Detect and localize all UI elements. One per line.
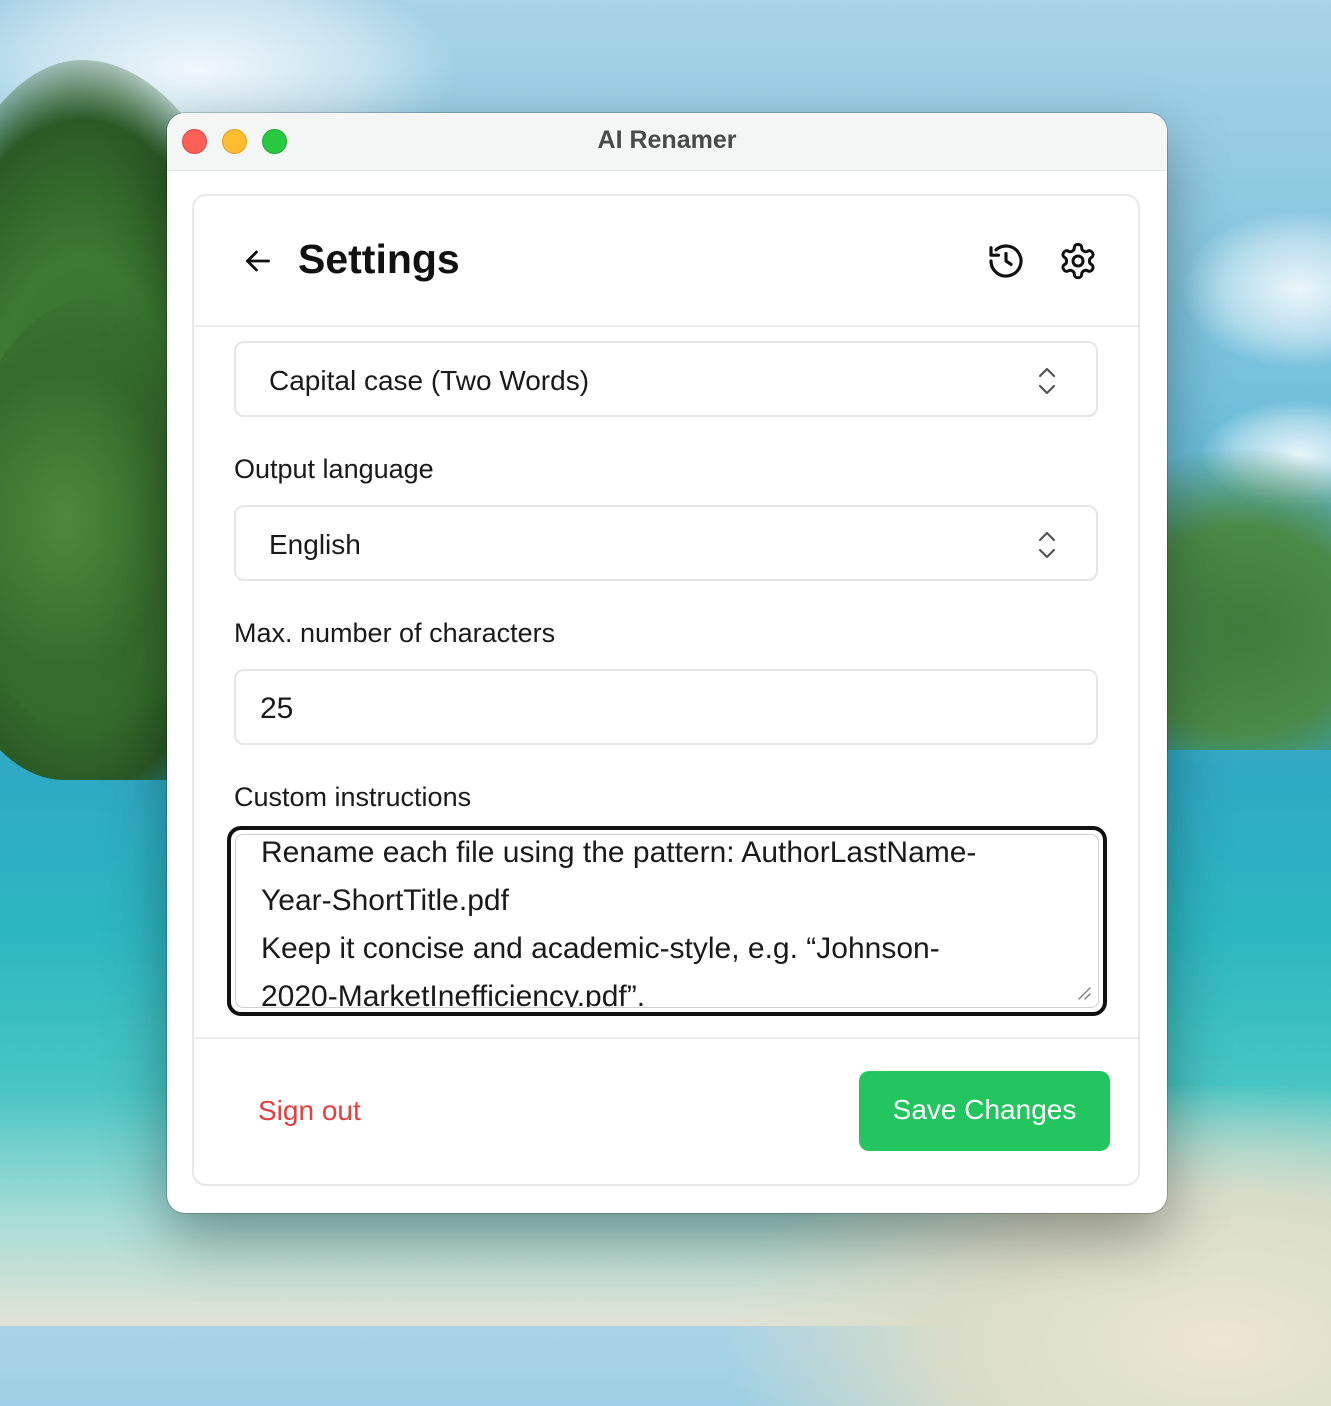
output-language-select[interactable]: English — [234, 505, 1098, 581]
history-icon — [989, 244, 1023, 278]
settings-button[interactable] — [1058, 241, 1098, 281]
output-language-label: Output language — [234, 454, 434, 484]
save-changes-label: Save Changes — [892, 1094, 1077, 1125]
custom-instructions-text: Rename each file using the pattern: Auth… — [261, 836, 977, 1008]
output-language-value: English — [269, 529, 361, 560]
back-arrow-icon — [246, 250, 270, 272]
settings-footer: Sign out Save Changes — [194, 1037, 1138, 1184]
settings-form: Capital case (Two Words) Output language… — [194, 327, 1138, 1043]
gear-icon — [1061, 242, 1095, 280]
save-changes-button[interactable]: Save Changes — [859, 1071, 1110, 1151]
max-chars-input[interactable]: 25 — [234, 669, 1098, 745]
resize-grip-icon[interactable] — [1076, 985, 1092, 1001]
sign-out-button[interactable]: Sign out — [258, 1095, 361, 1127]
title-bar: AI Renamer — [167, 113, 1167, 171]
textarea-field: Rename each file using the pattern: Auth… — [235, 834, 1099, 1008]
chevron-updown-icon — [1038, 367, 1056, 395]
max-chars-label: Max. number of characters — [234, 618, 556, 648]
case-style-select[interactable]: Capital case (Two Words) — [234, 341, 1098, 417]
settings-card: Settings Capital case (Two Words) Output… — [192, 194, 1140, 1186]
custom-instructions-label: Custom instructions — [234, 782, 472, 812]
custom-instructions-textarea[interactable]: Rename each file using the pattern: Auth… — [227, 826, 1107, 1016]
window-title: AI Renamer — [597, 126, 737, 154]
page-title: Settings — [298, 236, 460, 282]
app-window: AI Renamer Settings Capital case (Two Wo… — [167, 113, 1167, 1213]
case-style-value: Capital case (Two Words) — [269, 365, 590, 396]
settings-header: Settings — [194, 196, 1138, 327]
back-button[interactable] — [240, 243, 276, 279]
chevron-updown-icon — [1038, 531, 1056, 559]
max-chars-value: 25 — [260, 692, 294, 725]
history-button[interactable] — [986, 241, 1026, 281]
